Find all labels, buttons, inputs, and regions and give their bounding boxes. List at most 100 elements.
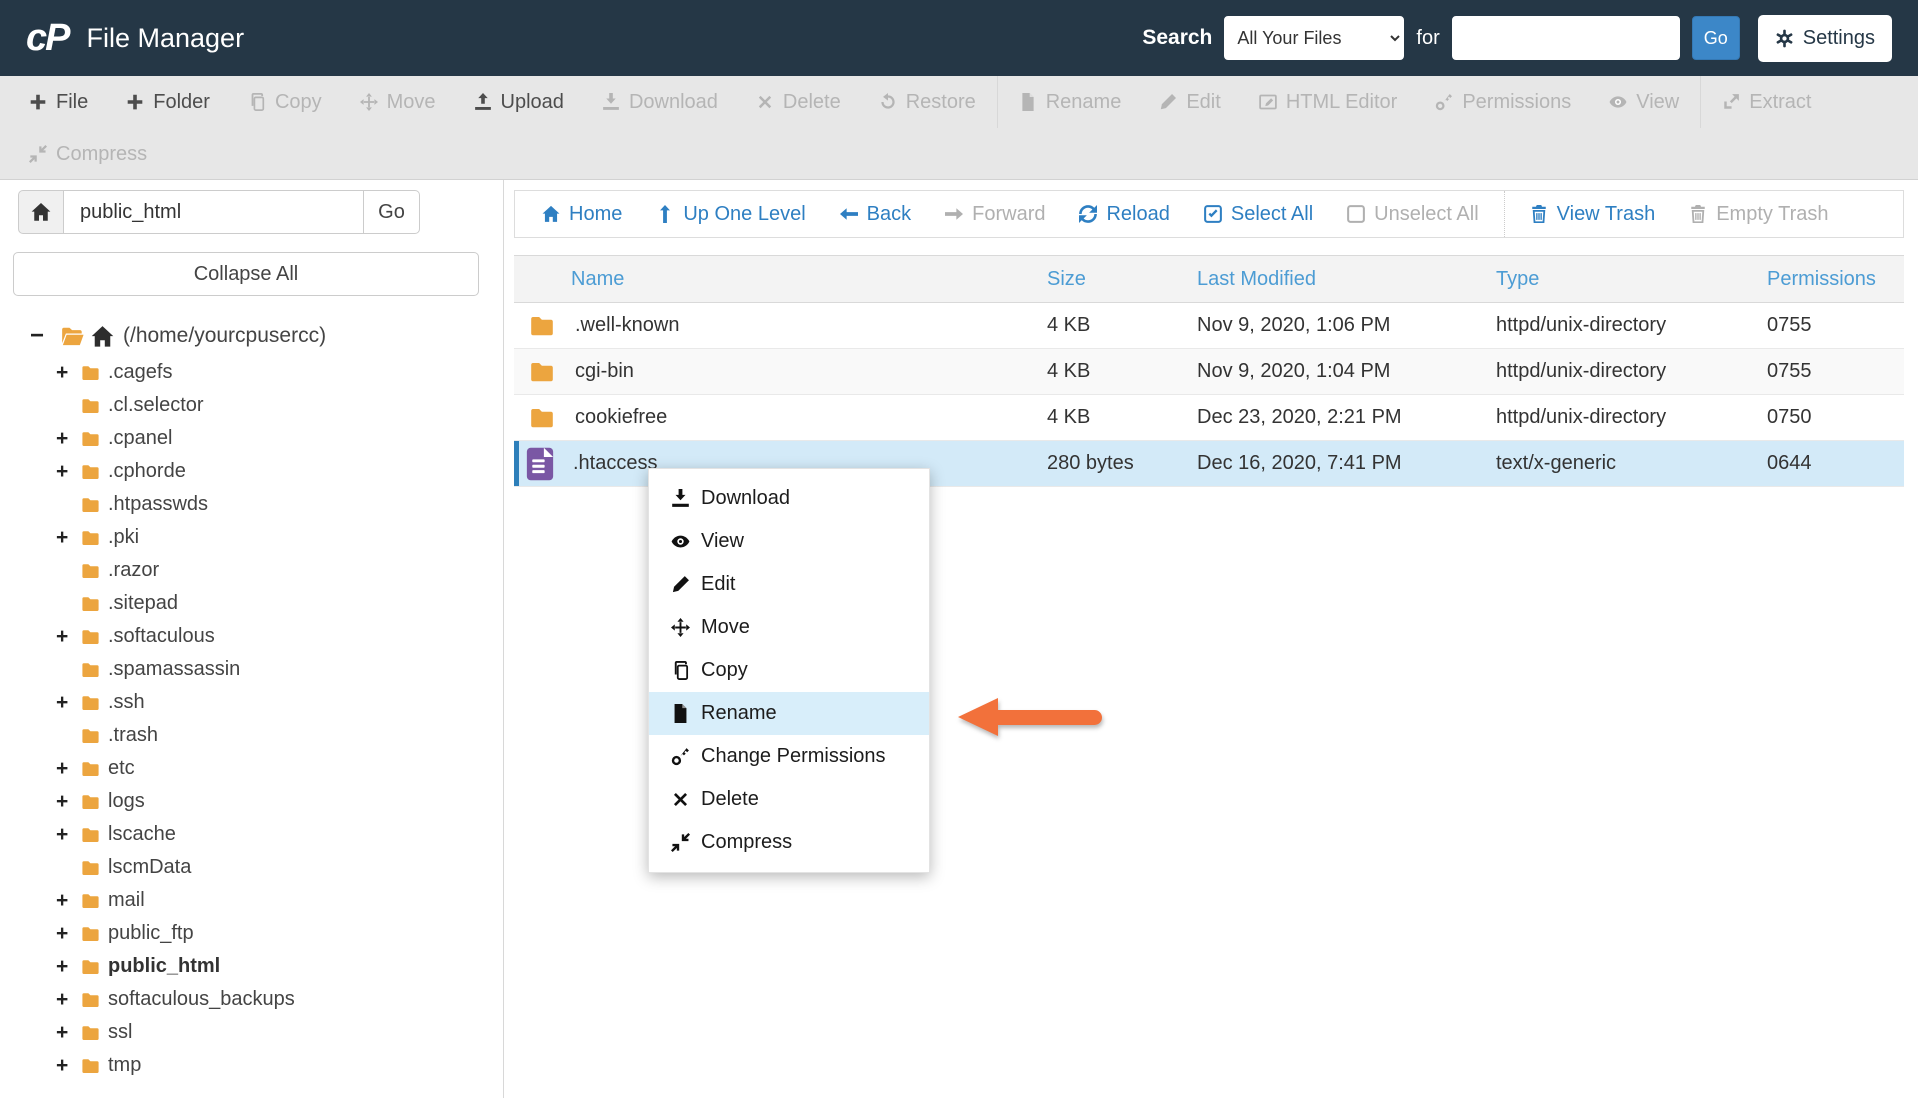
tree-item[interactable]: + .softaculous: [30, 620, 497, 653]
collapse-icon[interactable]: −: [30, 324, 54, 348]
tree-item-label: .razor: [108, 559, 160, 581]
menu-label: Copy: [701, 659, 748, 681]
menu-label: Rename: [701, 702, 777, 724]
tree-item[interactable]: lscmData: [30, 851, 497, 884]
tree-item[interactable]: .htpasswds: [30, 488, 497, 521]
toolbar-file-button[interactable]: File: [10, 76, 107, 128]
settings-button[interactable]: Settings: [1757, 14, 1892, 62]
expand-icon[interactable]: +: [56, 923, 80, 944]
tree-item[interactable]: + tmp: [30, 1049, 497, 1082]
expand-icon[interactable]: +: [56, 461, 80, 482]
expand-icon[interactable]: +: [56, 428, 80, 449]
move-icon: [671, 618, 690, 637]
tree-item-label: public_ftp: [108, 922, 194, 944]
toolbar-upload-button[interactable]: Upload: [455, 76, 583, 128]
menu-item-change-permissions[interactable]: Change Permissions: [649, 735, 929, 778]
file-modified: Dec 16, 2020, 7:41 PM: [1193, 440, 1492, 487]
nav-reload-button[interactable]: Reload: [1062, 203, 1186, 226]
tree-item-label: lscmData: [108, 856, 192, 878]
toolbar-label: File: [56, 90, 89, 113]
nav-back-button[interactable]: Back: [823, 203, 928, 226]
nav-up-one-level-button[interactable]: Up One Level: [639, 203, 822, 226]
expand-icon[interactable]: +: [56, 989, 80, 1010]
tree-item[interactable]: + .cphorde: [30, 455, 497, 488]
expand-icon[interactable]: +: [56, 626, 80, 647]
menu-item-compress[interactable]: Compress: [649, 821, 929, 864]
path-input[interactable]: [64, 190, 364, 234]
table-row[interactable]: cookiefree 4 KB Dec 23, 2020, 2:21 PM ht…: [514, 394, 1904, 441]
expand-icon[interactable]: +: [56, 362, 80, 383]
file-name: .htaccess: [573, 452, 658, 474]
search-input[interactable]: [1451, 16, 1680, 60]
tree-item[interactable]: + .pki: [30, 521, 497, 554]
column-header-type[interactable]: Type: [1492, 255, 1763, 303]
expand-icon[interactable]: +: [56, 890, 80, 911]
file-size: 4 KB: [1043, 302, 1193, 349]
menu-item-view[interactable]: View: [649, 520, 929, 563]
toolbar-copy-button: Copy: [229, 76, 341, 128]
column-header-size[interactable]: Size: [1043, 255, 1193, 303]
tree-item[interactable]: .spamassassin: [30, 653, 497, 686]
table-row[interactable]: cgi-bin 4 KB Nov 9, 2020, 1:04 PM httpd/…: [514, 348, 1904, 395]
tree-item[interactable]: + public_ftp: [30, 917, 497, 950]
tree-item[interactable]: + logs: [30, 785, 497, 818]
tree-root-label: (/home/yourcpusercc): [123, 324, 327, 347]
expand-icon[interactable]: +: [56, 956, 80, 977]
folder-icon: [80, 1024, 101, 1042]
tree-item-label: logs: [108, 790, 145, 812]
tree-root-item[interactable]: − (/home/yourcpusercc): [30, 316, 497, 356]
tree-item[interactable]: + etc: [30, 752, 497, 785]
toolbar-label: Download: [628, 90, 718, 113]
expand-icon[interactable]: +: [56, 1055, 80, 1076]
menu-item-download[interactable]: Download: [649, 477, 929, 520]
menu-label: Compress: [701, 831, 793, 853]
menu-item-copy[interactable]: Copy: [649, 649, 929, 692]
tree-item-label: .sitepad: [108, 592, 179, 614]
tree-item[interactable]: .razor: [30, 554, 497, 587]
nav-home-button[interactable]: Home: [525, 203, 639, 226]
tree-item[interactable]: .cl.selector: [30, 389, 497, 422]
expand-icon[interactable]: +: [56, 791, 80, 812]
expand-icon[interactable]: +: [56, 527, 80, 548]
tree-item[interactable]: + lscache: [30, 818, 497, 851]
toolbar-divider: [996, 76, 998, 128]
tree-item[interactable]: .trash: [30, 719, 497, 752]
expand-icon[interactable]: +: [56, 1022, 80, 1043]
nav-empty-trash-button: Empty Trash: [1672, 203, 1845, 226]
arrow-right-icon: [945, 205, 964, 223]
toolbar-folder-button[interactable]: Folder: [107, 76, 229, 128]
tree-item[interactable]: .sitepad: [30, 587, 497, 620]
folder-icon: [80, 793, 101, 811]
toolbar: File Folder Copy Move Upload Download De…: [0, 76, 1918, 180]
tree-item[interactable]: + .ssh: [30, 686, 497, 719]
search-scope-select[interactable]: All Your Files: [1224, 16, 1405, 60]
compress-icon: [29, 145, 47, 163]
table-row[interactable]: .well-known 4 KB Nov 9, 2020, 1:06 PM ht…: [514, 302, 1904, 349]
file-modified: Dec 23, 2020, 2:21 PM: [1193, 394, 1492, 441]
column-header-permissions[interactable]: Permissions: [1763, 255, 1904, 303]
search-go-button[interactable]: Go: [1691, 16, 1740, 60]
tree-item[interactable]: + softaculous_backups: [30, 983, 497, 1016]
menu-item-delete[interactable]: Delete: [649, 778, 929, 821]
tree-item[interactable]: + .cpanel: [30, 422, 497, 455]
tree-item[interactable]: + ssl: [30, 1016, 497, 1049]
home-path-button[interactable]: [18, 190, 64, 234]
expand-icon[interactable]: +: [56, 692, 80, 713]
expand-icon[interactable]: +: [56, 824, 80, 845]
tree-item-public-html[interactable]: + public_html: [30, 950, 497, 983]
column-header-last-modified[interactable]: Last Modified: [1193, 255, 1492, 303]
tree-item[interactable]: + mail: [30, 884, 497, 917]
menu-item-rename[interactable]: Rename: [649, 692, 929, 735]
column-header-name[interactable]: Name: [514, 255, 1043, 303]
menu-item-edit[interactable]: Edit: [649, 563, 929, 606]
tree-item-label: softaculous_backups: [108, 988, 295, 1010]
toolbar-html-editor-button: HTML Editor: [1240, 76, 1417, 128]
nav-view-trash-button[interactable]: View Trash: [1513, 203, 1673, 226]
collapse-all-button[interactable]: Collapse All: [13, 252, 479, 296]
menu-label: Change Permissions: [701, 745, 886, 767]
tree-item[interactable]: + .cagefs: [30, 356, 497, 389]
nav-select-all-button[interactable]: Select All: [1187, 203, 1330, 226]
path-go-button[interactable]: Go: [364, 190, 420, 234]
expand-icon[interactable]: +: [56, 758, 80, 779]
menu-item-move[interactable]: Move: [649, 606, 929, 649]
